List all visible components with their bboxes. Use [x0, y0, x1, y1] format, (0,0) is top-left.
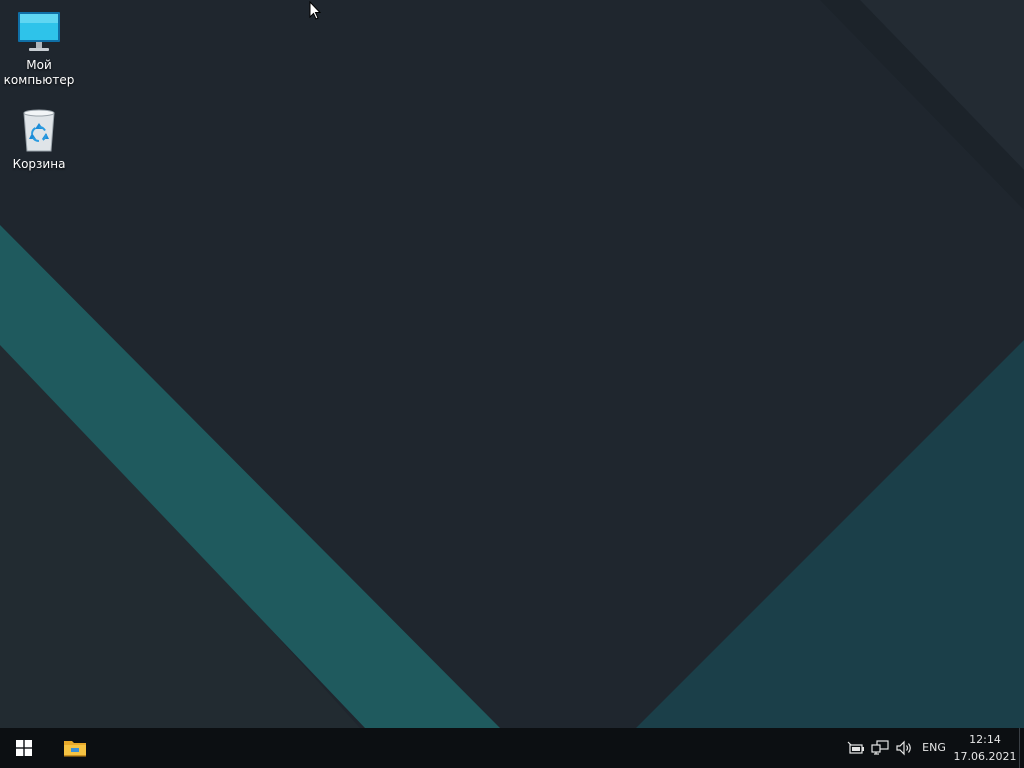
- desktop-icon-label: Мой компьютер: [3, 58, 75, 87]
- recycle-bin-icon: [23, 109, 55, 152]
- taskbar: ENG 12:14 17.06.2021: [0, 728, 1024, 768]
- desktop-icon-my-computer[interactable]: Мой компьютер: [1, 8, 77, 88]
- monitor-icon: [18, 12, 60, 51]
- tray-network-button[interactable]: [870, 738, 890, 758]
- desktop-icon-recycle-bin[interactable]: Корзина: [1, 107, 77, 172]
- show-desktop-button[interactable]: [1019, 728, 1024, 768]
- windows-logo-icon: [16, 740, 32, 756]
- start-button[interactable]: [0, 728, 48, 768]
- clock-date: 17.06.2021: [953, 750, 1017, 763]
- power-icon: [847, 741, 864, 754]
- tray-volume-button[interactable]: [894, 738, 914, 758]
- network-icon: [871, 740, 889, 755]
- system-clock[interactable]: 12:14 17.06.2021: [952, 731, 1018, 765]
- desktop-icon-label: Корзина: [12, 157, 66, 171]
- tray-power-button[interactable]: [846, 738, 866, 758]
- file-explorer-icon: [64, 741, 86, 757]
- mouse-cursor-icon: [309, 1, 321, 20]
- input-language-indicator[interactable]: ENG: [918, 728, 950, 768]
- clock-time: 12:14: [969, 733, 1001, 746]
- file-explorer-taskbar-button[interactable]: [51, 728, 99, 768]
- volume-icon: [896, 740, 911, 756]
- wallpaper: [0, 0, 1024, 728]
- desktop[interactable]: Мой компьютер Корзина: [0, 0, 1024, 728]
